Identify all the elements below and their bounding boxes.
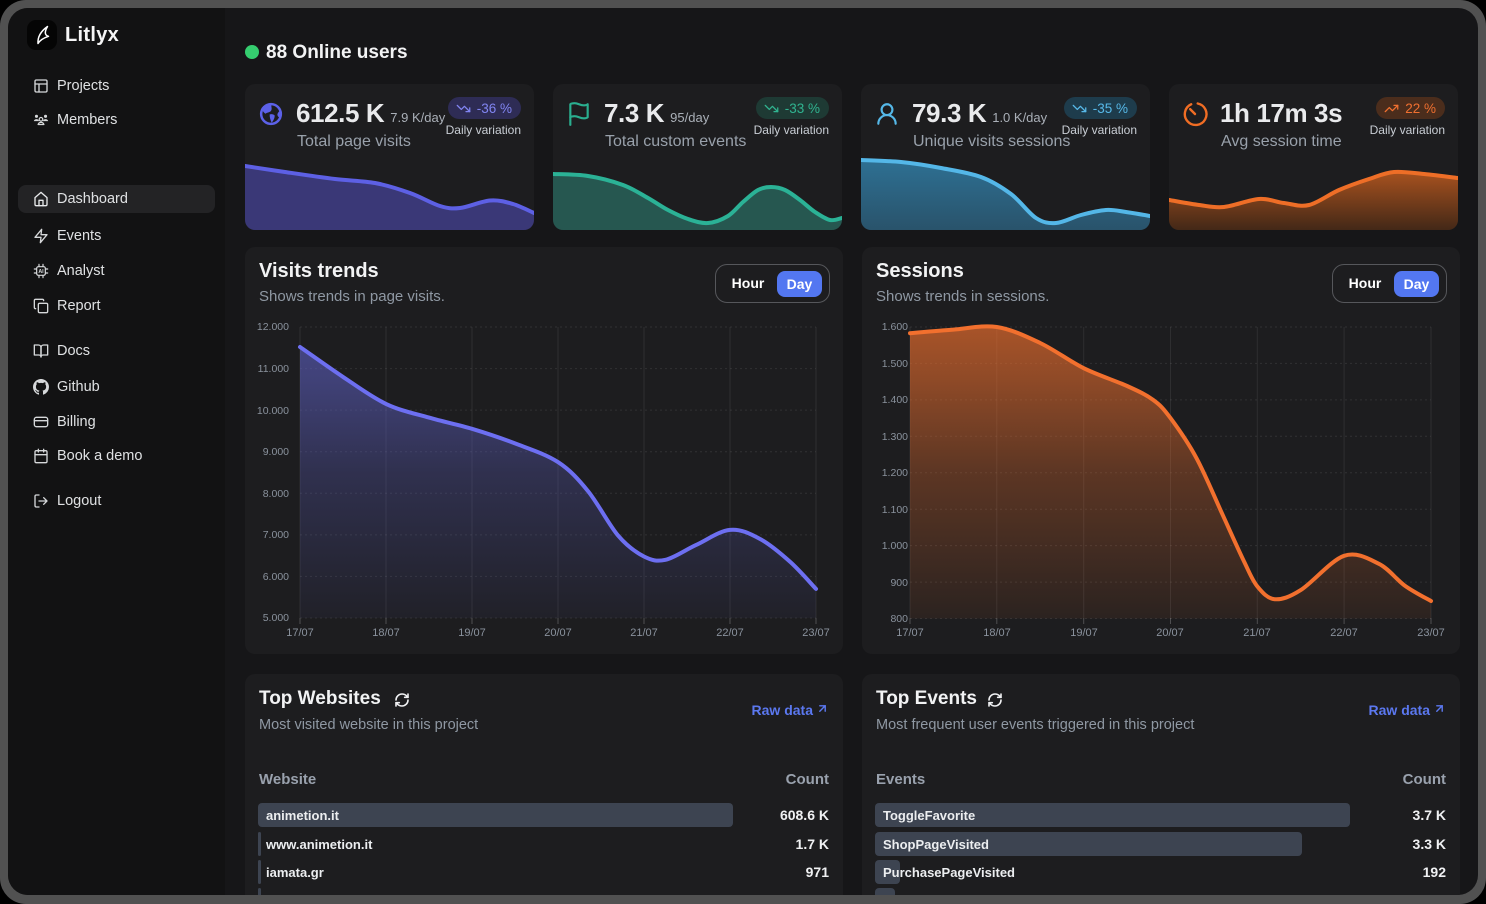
svg-text:AI: AI [38, 269, 44, 275]
